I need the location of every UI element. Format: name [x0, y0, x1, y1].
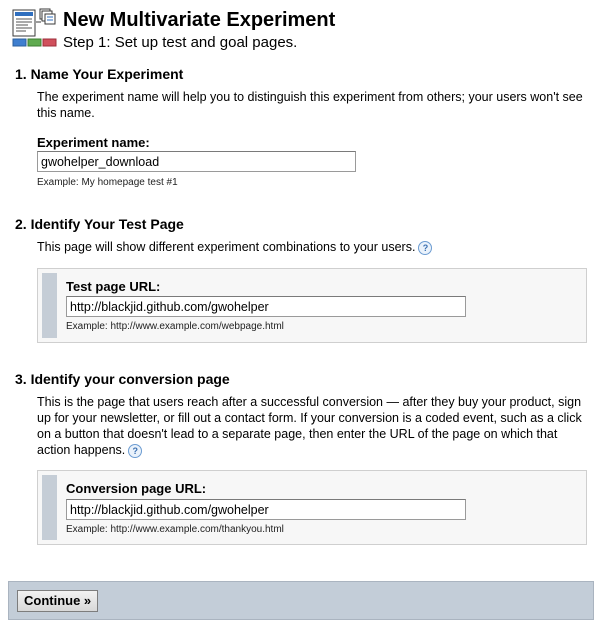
section-conversion-description: This is the page that users reach after … — [37, 395, 582, 457]
section-conversion-heading: 3. Identify your conversion page — [15, 371, 230, 387]
continue-button[interactable]: Continue » — [17, 590, 99, 612]
section-name-heading: 1. Name Your Experiment — [15, 66, 184, 82]
conversion-page-url-input[interactable] — [66, 499, 466, 520]
section-conversion-description-wrap: This is the page that users reach after … — [37, 394, 587, 458]
section-name-description: The experiment name will help you to dis… — [37, 90, 583, 120]
conversion-page-url-box: Conversion page URL: Example: http://www… — [37, 470, 587, 545]
test-page-url-label: Test page URL: — [66, 279, 161, 294]
page-title: New Multivariate Experiment — [63, 9, 336, 31]
experiment-name-input[interactable] — [37, 151, 356, 172]
test-page-url-box: Test page URL: Example: http://www.examp… — [37, 268, 587, 343]
help-icon[interactable]: ? — [128, 443, 143, 458]
conversion-page-url-label: Conversion page URL: — [66, 481, 207, 496]
experiment-name-label: Experiment name: — [37, 135, 150, 150]
test-page-url-example: Example: http://www.example.com/webpage.… — [66, 321, 284, 332]
footer-bar: Continue » — [8, 581, 594, 620]
experiment-name-example: Example: My homepage test #1 — [37, 177, 178, 188]
help-icon[interactable]: ? — [418, 240, 433, 255]
section-test-page-description-wrap: This page will show different experiment… — [37, 239, 587, 255]
section-test-page-description: This page will show different experiment… — [37, 240, 416, 254]
test-page-url-input[interactable] — [66, 296, 466, 317]
section-test-page-heading: 2. Identify Your Test Page — [15, 216, 184, 232]
conversion-page-url-example: Example: http://www.example.com/thankyou… — [66, 524, 284, 535]
page-header: New Multivariate Experiment Step 1: Set … — [12, 8, 592, 54]
page-subtitle: Step 1: Set up test and goal pages. — [63, 34, 298, 51]
experiment-logo-icon — [12, 8, 57, 47]
url-box-accent-bar — [42, 475, 57, 540]
url-box-accent-bar — [42, 273, 57, 338]
